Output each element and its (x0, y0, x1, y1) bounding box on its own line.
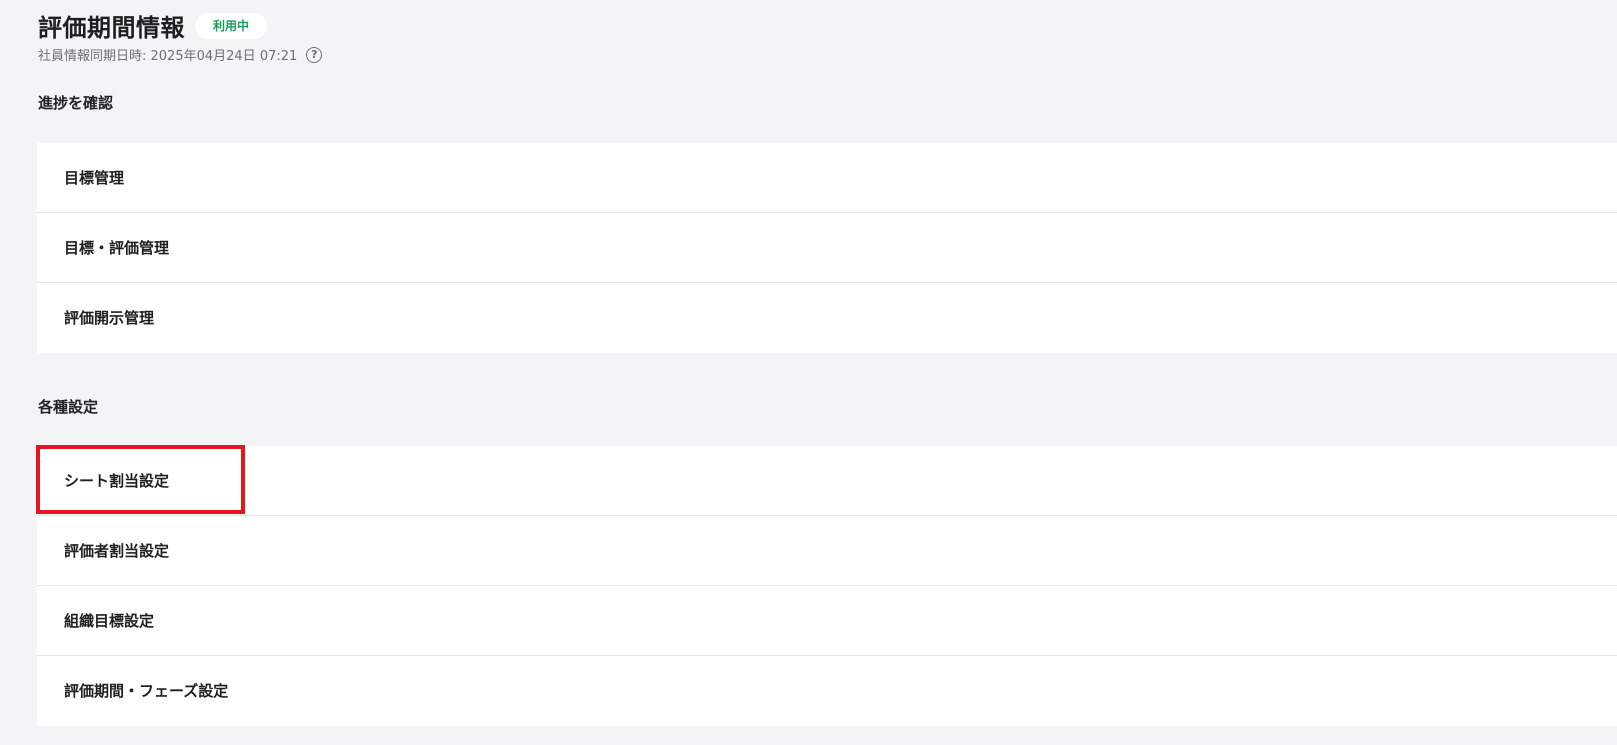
list-item-label: 評価者割当設定 (64, 542, 170, 560)
list-item-label: 目標・評価管理 (64, 239, 170, 257)
list-item-goal-evaluation-management[interactable]: 目標・評価管理 (37, 213, 1617, 283)
list-item-label: 評価期間・フェーズ設定 (64, 682, 229, 700)
sync-info: 社員情報同期日時: 2025年04月24日 07:21 ? (38, 45, 323, 64)
list-item-label: シート割当設定 (64, 472, 170, 490)
sync-datetime-text: 社員情報同期日時: 2025年04月24日 07:21 (38, 49, 298, 64)
list-item-organization-goal-settings[interactable]: 組織目標設定 (37, 586, 1617, 656)
status-badge: 利用中 (195, 12, 268, 39)
settings-section-heading: 各種設定 (38, 398, 99, 416)
page-title: 評価期間情報 (38, 14, 185, 42)
progress-section-heading: 進捗を確認 (38, 94, 114, 112)
list-item-label: 評価開示管理 (64, 309, 155, 327)
list-item-label: 組織目標設定 (64, 612, 155, 630)
list-item-evaluator-assignment-settings[interactable]: 評価者割当設定 (37, 516, 1617, 586)
settings-list: シート割当設定 評価者割当設定 組織目標設定 評価期間・フェーズ設定 (37, 446, 1617, 726)
list-item-goal-management[interactable]: 目標管理 (37, 143, 1617, 213)
list-item-evaluation-period-phase-settings[interactable]: 評価期間・フェーズ設定 (37, 656, 1617, 726)
list-item-label: 目標管理 (64, 169, 125, 187)
list-item-sheet-assignment-settings[interactable]: シート割当設定 (37, 446, 1617, 516)
page: 評価期間情報 利用中 社員情報同期日時: 2025年04月24日 07:21 ?… (0, 0, 1617, 745)
progress-list: 目標管理 目標・評価管理 評価開示管理 (37, 143, 1617, 353)
title-row: 評価期間情報 利用中 (38, 8, 268, 43)
question-circle-icon[interactable]: ? (306, 46, 323, 63)
list-item-evaluation-disclosure-management[interactable]: 評価開示管理 (37, 283, 1617, 353)
